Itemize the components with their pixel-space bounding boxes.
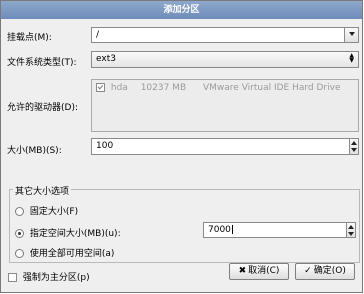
cancel-button[interactable]: ✖ 取消(C)	[229, 263, 289, 280]
ok-icon: ✓	[304, 266, 312, 276]
ok-label: 确定(O)	[313, 266, 346, 276]
fill-all-label: 使用全部可用空间(a)	[29, 249, 115, 259]
drive-row[interactable]: hda 10237 MB VMware Virtual IDE Hard Dri…	[96, 83, 341, 93]
fs-type-label: 文件系统类型(T):	[7, 58, 77, 68]
size-label: 大小(MB)(S):	[7, 146, 62, 156]
force-primary-option[interactable]: 强制为主分区(p)	[8, 270, 90, 283]
force-primary-label: 强制为主分区(p)	[22, 273, 90, 283]
fill-all-option[interactable]: 使用全部可用空间(a)	[15, 246, 114, 259]
spin-down-icon[interactable]	[350, 147, 358, 155]
specify-size-input[interactable]: 7000	[203, 222, 347, 238]
specify-size-label: 指定空间大小(MB)(u):	[29, 229, 121, 239]
fixed-size-radio[interactable]	[15, 207, 24, 216]
size-input[interactable]: 100	[91, 138, 350, 155]
other-size-title: 其它大小选项	[13, 184, 72, 197]
fixed-size-option[interactable]: 固定大小(F)	[15, 204, 78, 217]
chevron-down-icon	[348, 32, 355, 36]
mount-point-dropdown-button[interactable]	[344, 27, 359, 43]
force-primary-checkbox[interactable]	[8, 273, 17, 282]
cancel-label: 取消(C)	[248, 266, 280, 276]
spin-up-icon[interactable]	[347, 224, 355, 231]
dialog-title: 添加分区	[1, 1, 362, 19]
specify-size-radio[interactable]	[15, 229, 24, 238]
drive-name: hda	[110, 83, 128, 93]
spin-down-icon[interactable]	[347, 231, 355, 238]
specify-size-value: 7000	[208, 225, 231, 235]
ok-button[interactable]: ✓ 确定(O)	[295, 263, 355, 280]
specify-size-option[interactable]: 指定空间大小(MB)(u):	[15, 226, 121, 239]
fixed-size-label: 固定大小(F)	[29, 207, 79, 217]
specify-size-spinner[interactable]	[346, 222, 356, 238]
drives-list: hda 10237 MB VMware Virtual IDE Hard Dri…	[91, 79, 359, 132]
size-spinner[interactable]	[349, 138, 359, 155]
add-partition-dialog: 添加分区 挂载点(M): / 文件系统类型(T): ext3 ▲ ▼ 允许的驱动器…	[0, 0, 363, 293]
drive-model: VMware Virtual IDE Hard Drive	[203, 83, 341, 93]
fs-type-select[interactable]: ext3 ▲ ▼	[91, 51, 359, 68]
updown-icon: ▲ ▼	[349, 52, 354, 64]
text-cursor	[231, 225, 233, 234]
fs-type-value: ext3	[96, 54, 116, 64]
fill-all-radio[interactable]	[15, 249, 24, 258]
mount-point-input[interactable]: /	[91, 27, 348, 43]
drive-checkbox[interactable]	[96, 83, 105, 92]
drive-size: 10237 MB	[140, 83, 187, 93]
cancel-x-icon: ✖	[238, 266, 247, 276]
mount-point-label: 挂载点(M):	[7, 33, 52, 43]
drives-label: 允许的驱动器(D):	[7, 103, 78, 113]
